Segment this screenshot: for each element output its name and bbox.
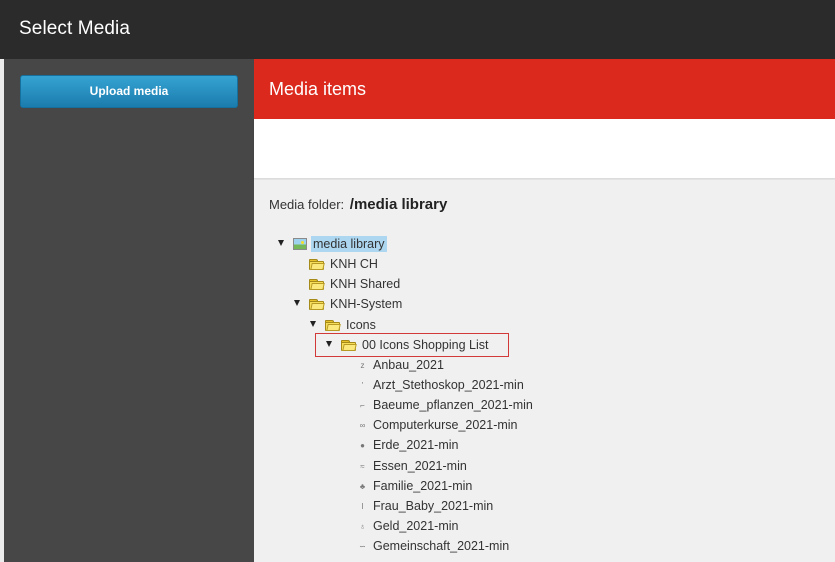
media-thumbnail-icon: ∞ bbox=[359, 420, 366, 430]
tree-node-knh-system[interactable]: KNH-System bbox=[309, 295, 402, 313]
media-item[interactable]: ǀ Frau_Baby_2021-min bbox=[358, 497, 493, 515]
folder-icon bbox=[341, 339, 357, 351]
upload-media-button[interactable]: Upload media bbox=[20, 75, 238, 108]
media-items-header: Media items bbox=[254, 59, 835, 119]
media-thumbnail-icon: ≈ bbox=[360, 461, 365, 471]
expand-toggle-knh-system[interactable] bbox=[294, 300, 300, 306]
tree-node-media-library[interactable]: media library bbox=[293, 235, 387, 253]
media-item-label: Baeume_pflanzen_2021-min bbox=[373, 398, 533, 412]
media-thumbnail-icon: ǀ bbox=[361, 501, 364, 511]
media-thumbnail-icon: ∽ bbox=[359, 541, 366, 551]
media-item[interactable]: z Anbau_2021 bbox=[358, 356, 444, 374]
expand-toggle-icons[interactable] bbox=[310, 321, 316, 327]
folder-icon bbox=[309, 278, 325, 290]
media-item-label: Arzt_Stethoskop_2021-min bbox=[373, 378, 524, 392]
media-thumbnail-icon: ' bbox=[361, 380, 364, 390]
section-title: Media items bbox=[269, 79, 367, 99]
tree-node-knh-shared[interactable]: KNH Shared bbox=[309, 275, 400, 293]
folder-icon bbox=[325, 319, 341, 331]
media-folder-path: Media folder: /media library bbox=[269, 196, 447, 213]
folder-icon bbox=[309, 298, 325, 310]
sidebar: Upload media bbox=[0, 59, 254, 562]
media-thumbnail-icon: ♁ bbox=[359, 521, 366, 531]
tree-node-label: KNH-System bbox=[330, 297, 403, 311]
media-item[interactable]: ∽ Gemeinschaft_2021-min bbox=[358, 537, 509, 555]
media-item-label: Computerkurse_2021-min bbox=[373, 418, 518, 432]
tree-node-label: KNH CH bbox=[330, 257, 378, 271]
folder-icon bbox=[309, 258, 325, 270]
media-item-label: Essen_2021-min bbox=[373, 459, 467, 473]
tree-node-label: Icons bbox=[346, 318, 376, 332]
media-folder-label: Media folder: bbox=[269, 197, 345, 212]
media-item[interactable]: ∞ Computerkurse_2021-min bbox=[358, 416, 518, 434]
media-item-label: Anbau_2021 bbox=[373, 358, 444, 372]
expand-toggle-shopping-list[interactable] bbox=[326, 341, 332, 347]
image-folder-icon bbox=[293, 238, 307, 250]
media-item[interactable]: ● Erde_2021-min bbox=[358, 436, 458, 454]
sidebar-edge bbox=[0, 59, 4, 562]
expand-toggle-root[interactable] bbox=[278, 240, 284, 246]
dialog-title: Select Media bbox=[19, 18, 131, 39]
media-thumbnail-icon: ⌐ bbox=[360, 400, 365, 410]
media-item[interactable]: ♣ Familie_2021-min bbox=[358, 477, 472, 495]
tree-node-knh-ch[interactable]: KNH CH bbox=[309, 255, 378, 273]
media-thumbnail-icon: z bbox=[360, 360, 365, 370]
media-item-label: Frau_Baby_2021-min bbox=[373, 499, 494, 513]
tree-node-shopping-list[interactable]: 00 Icons Shopping List bbox=[341, 336, 488, 354]
media-item[interactable]: ⌐ Baeume_pflanzen_2021-min bbox=[358, 396, 533, 414]
media-item-label: Geld_2021-min bbox=[373, 519, 459, 533]
media-item[interactable]: ' Arzt_Stethoskop_2021-min bbox=[358, 376, 524, 394]
title-bar: Select Media bbox=[0, 0, 835, 59]
toolbar-area bbox=[254, 119, 835, 179]
tree-node-label: KNH Shared bbox=[330, 277, 401, 291]
media-item[interactable]: ♁ Geld_2021-min bbox=[358, 517, 459, 535]
tree-node-label: media library bbox=[311, 236, 387, 252]
media-thumbnail-icon: ● bbox=[360, 440, 365, 450]
media-item-label: Erde_2021-min bbox=[373, 438, 459, 452]
media-thumbnail-icon: ♣ bbox=[359, 481, 366, 491]
media-item[interactable]: ≈ Essen_2021-min bbox=[358, 457, 467, 475]
tree-node-icons[interactable]: Icons bbox=[325, 316, 376, 334]
media-folder-value: /media library bbox=[349, 196, 448, 213]
media-item-label: Gemeinschaft_2021-min bbox=[373, 539, 510, 553]
media-item-label: Familie_2021-min bbox=[373, 479, 473, 493]
tree-node-label: 00 Icons Shopping List bbox=[362, 338, 489, 352]
